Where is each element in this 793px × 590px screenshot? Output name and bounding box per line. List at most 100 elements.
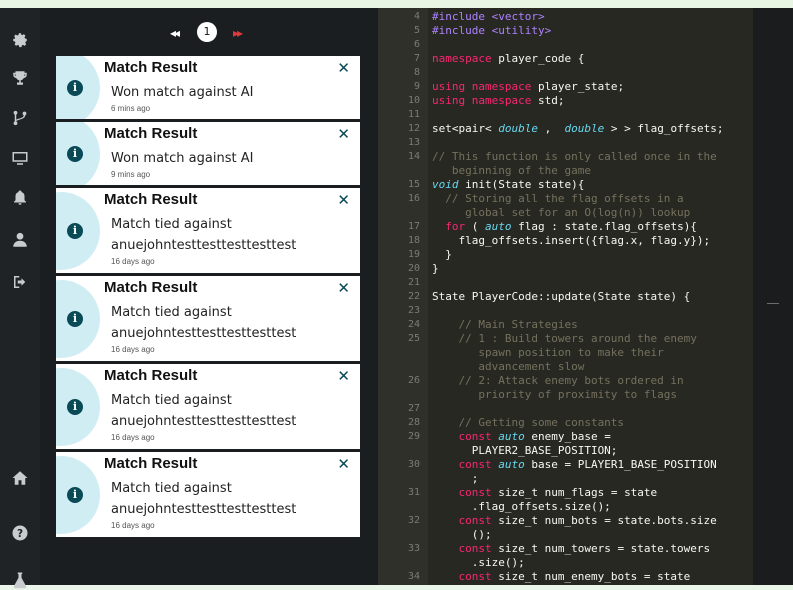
info-icon: i (67, 486, 83, 503)
line-number: 28 (407, 417, 420, 428)
notifications-panel: ◂◂ 1 ▸▸ i Match Result ✕ Won match against … (40, 8, 378, 585)
code-text: priority of proximity to flags (432, 388, 677, 401)
line-number: 17 (407, 221, 420, 232)
notification-title: Match Result (104, 279, 198, 296)
code-token: #include <utility> (432, 24, 552, 37)
pagination: ◂◂ 1 ▸▸ (40, 22, 378, 50)
info-icon: i (67, 145, 83, 162)
code-token: const (432, 430, 492, 443)
line-number: 31 (407, 487, 420, 498)
line-number: 27 (407, 403, 420, 414)
code-text: PLAYER2_BASE_POSITION; (432, 444, 618, 457)
close-icon[interactable]: ✕ (337, 59, 350, 77)
top-strip (0, 0, 793, 8)
code-token: State PlayerCode::update(State state) { (432, 290, 691, 303)
code-text: #include <vector> (432, 10, 545, 23)
code-text: // 1 : Build towers around the enemy (432, 332, 697, 345)
line-number: 26 (407, 375, 420, 386)
notification-time: 6 mins ago (111, 104, 151, 113)
signout-icon[interactable] (10, 272, 30, 292)
close-icon[interactable]: ✕ (337, 191, 350, 209)
help-icon[interactable]: ? (10, 523, 30, 543)
code-token: size_t num_towers = state.towers (498, 542, 711, 555)
code-text: } (432, 248, 452, 261)
code-token: auto (485, 220, 512, 233)
bell-icon[interactable] (10, 188, 30, 208)
code-token: size_t num_enemy_bots = state (498, 570, 691, 583)
line-number: 6 (413, 39, 420, 50)
notification-card[interactable]: i Match Result ✕ Won match against AI 6 mins… (56, 56, 360, 119)
notification-message: anuejohntesttesttesttesttest (111, 326, 297, 341)
trophy-icon[interactable] (10, 68, 30, 88)
flask-icon[interactable] (10, 570, 30, 590)
notification-time: 16 days ago (111, 433, 155, 442)
notification-card[interactable]: i Match Result ✕ Match tied against anuejohn… (56, 188, 360, 273)
info-icon: i (67, 79, 83, 96)
code-token: enemy_base = (531, 430, 611, 443)
line-number: 33 (407, 543, 420, 554)
close-icon[interactable]: ✕ (337, 125, 350, 143)
line-number: 18 (407, 235, 420, 246)
line-number: 4 (413, 11, 420, 22)
notification-card[interactable]: i Match Result ✕ Match tied against anuejohn… (56, 452, 360, 537)
notification-card[interactable]: i Match Result ✕ Match tied against anuejohn… (56, 276, 360, 361)
notification-message: Match tied against (111, 481, 232, 496)
code-token: const (432, 514, 492, 527)
notification-title: Match Result (104, 367, 198, 384)
notification-card[interactable]: i Match Result ✕ Match tied against anuejohn… (56, 364, 360, 449)
branch-icon[interactable] (10, 108, 30, 128)
gear-icon[interactable] (10, 30, 30, 50)
line-number: 25 (407, 333, 420, 344)
line-number: 5 (413, 25, 420, 36)
line-number: 13 (407, 137, 420, 148)
code-token: , (544, 122, 558, 135)
next-page-button[interactable]: ▸▸ (233, 26, 243, 40)
code-token: advancement slow (432, 360, 585, 373)
code-text: const size_t num_flags = state (432, 486, 657, 499)
code-token: for (432, 220, 466, 233)
code-text: advancement slow (432, 360, 584, 373)
line-number: 23 (407, 305, 420, 316)
close-icon[interactable]: ✕ (337, 367, 350, 385)
notification-time: 16 days ago (111, 521, 155, 530)
code-token: auto (498, 458, 525, 471)
previous-page-button[interactable]: ◂◂ (170, 26, 180, 40)
code-token: > > flag_offsets; (610, 122, 724, 135)
code-text: // Getting some constants (432, 416, 624, 429)
code-token: // 1 : Build towers around the enemy (432, 332, 697, 345)
code-token: base = PLAYER1_BASE_POSITION (531, 458, 717, 471)
code-token: init(State state){ (465, 178, 585, 191)
notification-card[interactable]: i Match Result ✕ Won match against AI 9 mins… (56, 122, 360, 185)
current-page-button[interactable]: 1 (197, 22, 217, 42)
svg-text:?: ? (17, 528, 23, 540)
info-icon: i (67, 222, 83, 239)
notification-title: Match Result (104, 191, 198, 208)
code-editor[interactable]: 4 #include <vector> 5 #include <utility> 6 7 n… (378, 8, 753, 585)
line-number: 22 (407, 291, 420, 302)
monitor-icon[interactable] (10, 148, 30, 168)
code-token: namespace (432, 52, 492, 65)
close-icon[interactable]: ✕ (337, 279, 350, 297)
code-text: spawn position to make their (432, 346, 663, 359)
code-token: void (432, 178, 459, 191)
notification-message: anuejohntesttesttesttesttest (111, 502, 297, 517)
code-text: const size_t num_towers = state.towers (432, 542, 710, 555)
code-text: using namespace player_state; (432, 80, 624, 93)
code-token: .size(); (432, 556, 525, 569)
close-icon[interactable]: ✕ (337, 455, 350, 473)
code-token: flag : state.flag_offsets){ (518, 220, 697, 233)
line-number: 34 (407, 571, 420, 582)
code-token: // 2: Attack enemy bots ordered in (432, 374, 684, 387)
code-token: // This function is only called once in … (432, 150, 717, 163)
code-token: (); (432, 528, 492, 541)
code-text: .size(); (432, 556, 525, 569)
splitter-handle[interactable] (767, 303, 779, 304)
code-token: set<pair< (432, 122, 492, 135)
code-token: // Main Strategies (432, 318, 578, 331)
user-icon[interactable] (10, 230, 30, 250)
line-number: 16 (407, 193, 420, 204)
line-number: 32 (407, 515, 420, 526)
home-icon[interactable] (10, 468, 30, 488)
code-text: ; (432, 472, 479, 485)
notification-time: 16 days ago (111, 345, 155, 354)
